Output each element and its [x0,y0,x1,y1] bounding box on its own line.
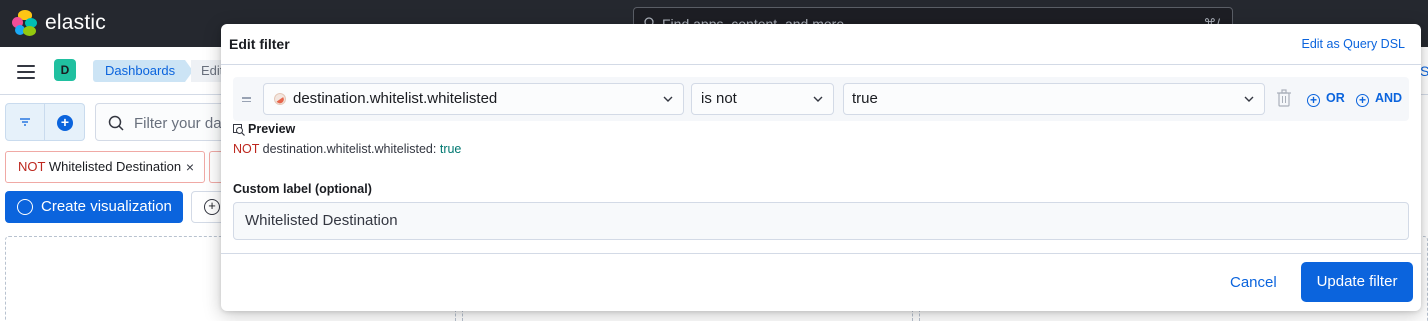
field-type-icon [274,93,286,105]
divider [221,64,1421,65]
field-select-value: destination.whitelist.whitelisted [293,90,498,107]
preview-text: NOT destination.whitelist.whitelisted: t… [233,142,461,156]
edit-filter-modal: Edit filter Edit as Query DSL destinatio… [221,24,1421,311]
divider [221,253,1421,254]
search-icon [108,115,124,131]
create-visualization-button[interactable]: Create visualization [5,191,183,223]
add-filter-button[interactable]: + [45,103,85,141]
filter-pill-label: Whitelisted Destination [48,159,182,174]
operator-select-value: is not [701,90,737,107]
update-filter-button[interactable]: Update filter [1301,262,1413,302]
preview-value: true [439,142,462,156]
value-select[interactable]: true [843,83,1265,115]
chevron-down-icon [813,96,823,102]
chevron-down-icon [663,96,673,102]
chevron-down-icon [1244,96,1254,102]
preview-field: destination.whitelist.whitelisted: [262,142,437,156]
plus-circle-icon: + [57,115,73,131]
plus-circle-icon: + [1307,94,1320,107]
custom-label-title: Custom label (optional) [233,182,372,196]
custom-label-input[interactable]: Whitelisted Destination [233,202,1409,240]
filter-icon [20,118,30,126]
add-and-condition-button[interactable]: + AND [1356,91,1402,107]
edit-query-dsl-link[interactable]: Edit as Query DSL [1301,37,1405,51]
query-input[interactable]: Filter your data [95,103,235,141]
create-visualization-label: Create visualization [41,198,172,215]
modal-title: Edit filter [229,36,290,52]
preview-label: Preview [248,122,296,136]
breadcrumb-dashboards[interactable]: Dashboards [93,60,194,82]
brand-name: elastic [45,11,106,34]
menu-icon[interactable] [17,65,35,79]
add-or-condition-button[interactable]: + OR [1307,91,1345,107]
cancel-button[interactable]: Cancel [1230,274,1277,291]
or-label: OR [1326,91,1345,105]
trash-icon[interactable] [1276,89,1292,107]
preview-not: NOT [233,142,260,156]
visualize-icon [17,199,33,215]
filter-pill[interactable]: NOT Whitelisted Destination × [5,151,205,183]
header-link-partial[interactable]: S [1420,63,1428,79]
and-label: AND [1375,91,1403,105]
magnify-icon [233,124,245,136]
filter-condition-row: destination.whitelist.whitelisted is not… [233,77,1409,121]
close-icon[interactable]: × [186,152,194,182]
field-select[interactable]: destination.whitelist.whitelisted [263,83,684,115]
space-avatar[interactable]: D [54,59,76,81]
query-placeholder: Filter your data [134,115,235,132]
plus-circle-icon: + [204,199,220,215]
filter-menu-button[interactable] [5,103,45,141]
operator-select[interactable]: is not [691,83,834,115]
drag-handle-icon[interactable] [242,97,251,104]
plus-circle-icon: + [1356,94,1369,107]
elastic-logo[interactable]: elastic [12,10,106,36]
elastic-logo-icon [12,10,38,36]
filter-negate-label: NOT [18,159,46,174]
value-select-value: true [852,90,878,107]
